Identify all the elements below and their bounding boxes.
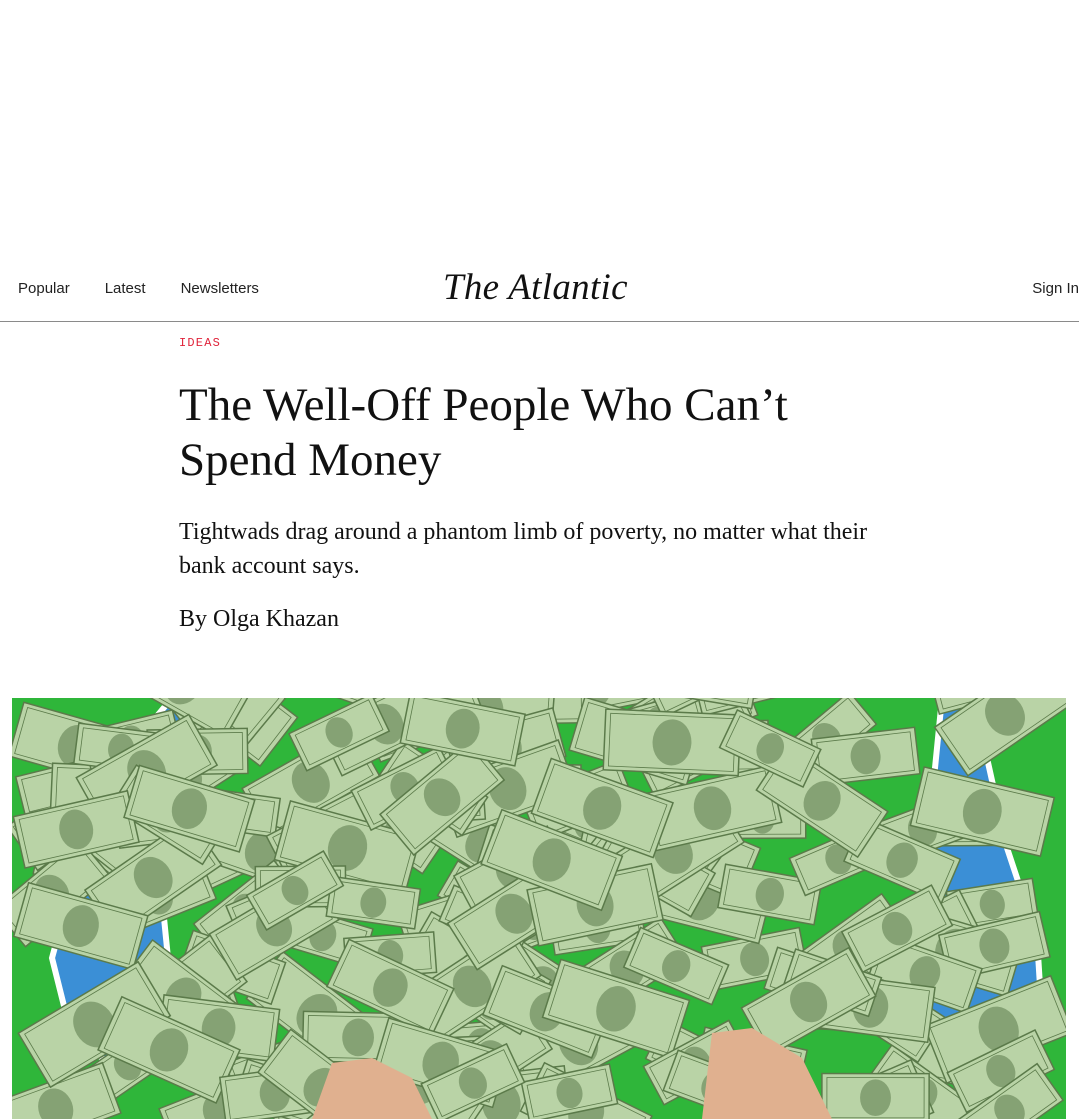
dollar-bills-pile — [12, 698, 1066, 1119]
nav-newsletters-link[interactable]: Newsletters — [181, 280, 259, 297]
primary-nav: Popular Latest Newsletters — [18, 280, 259, 297]
section-label[interactable]: IDEAS — [179, 336, 879, 350]
article-headline: The Well-Off People Who Can’t Spend Mone… — [179, 379, 788, 486]
article-header: IDEAS The Well-Off People Who Can’t Spen… — [179, 336, 879, 633]
site-header: Popular Latest Newsletters The Atlantic … — [0, 262, 1079, 322]
nav-popular-link[interactable]: Popular — [18, 280, 70, 297]
article-dek: Tightwads drag around a phantom limb of … — [179, 519, 868, 579]
money-pile-illustration — [12, 698, 1066, 1119]
dollar-bill — [602, 708, 742, 777]
ad-space — [0, 0, 1079, 262]
lead-image — [12, 698, 1066, 1119]
author-link[interactable]: Olga Khazan — [213, 606, 339, 632]
sign-in-link[interactable]: Sign In — [1032, 280, 1079, 297]
byline-prefix: By — [179, 606, 214, 632]
site-logo[interactable]: The Atlantic — [443, 266, 628, 309]
byline: By Olga Khazan — [179, 606, 879, 633]
dollar-bill — [821, 1072, 930, 1119]
nav-latest-link[interactable]: Latest — [105, 280, 146, 297]
